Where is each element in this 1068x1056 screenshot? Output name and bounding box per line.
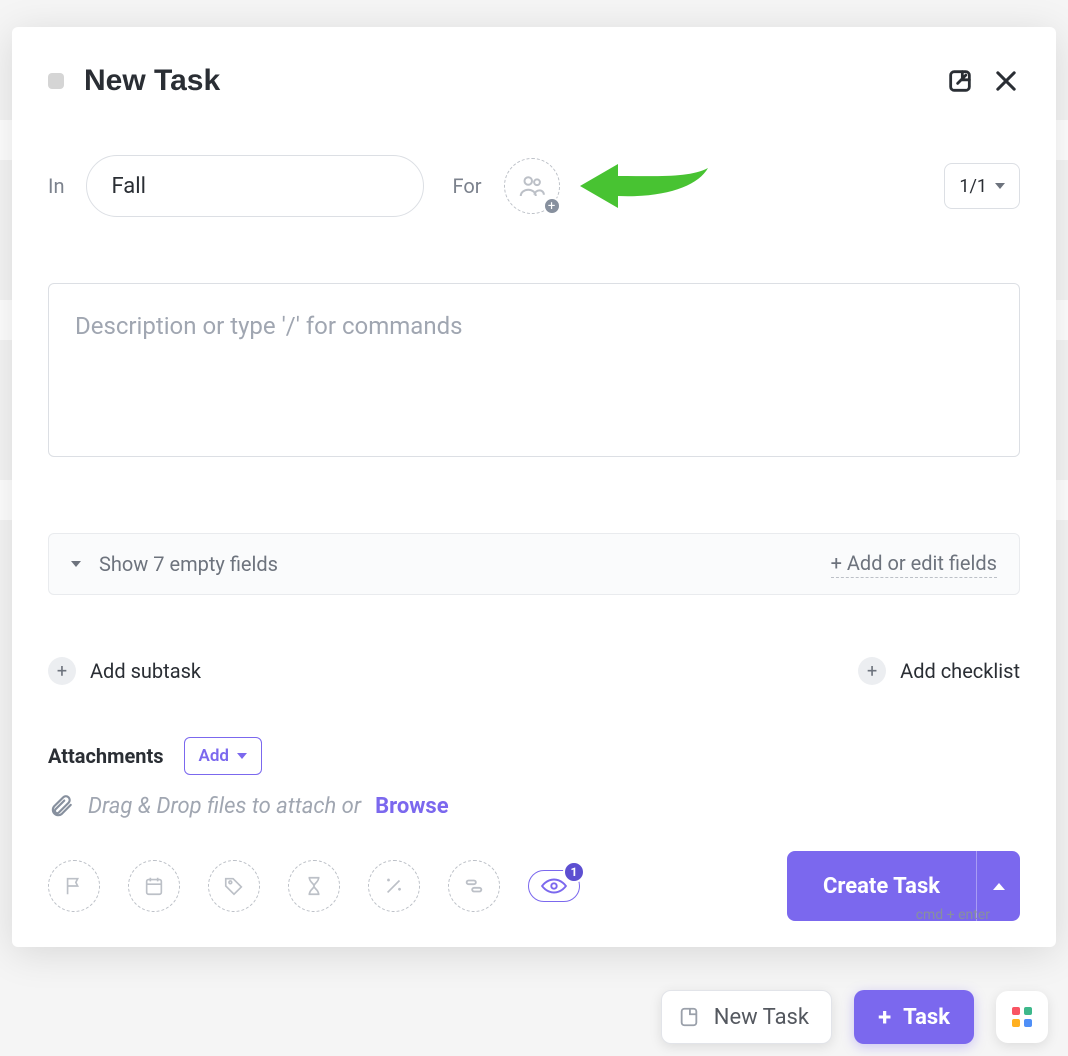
assignee-add-button[interactable]: + [504,158,560,214]
ai-sparkle-button[interactable] [368,860,420,912]
attachments-header: Attachments Add [48,737,1020,775]
in-label: In [48,174,64,198]
due-date-button[interactable] [128,860,180,912]
add-attachment-label: Add [199,746,230,766]
hourglass-icon [303,875,325,897]
title-row [48,63,1020,99]
description-placeholder: Description or type '/' for commands [75,312,463,340]
footer-widgets: New Task + Task [661,990,1048,1044]
list-selector-value: Fall [111,174,145,199]
dependency-icon [463,875,485,897]
meta-row: In Fall For + 1/1 [48,155,1020,217]
subtask-row: + Add subtask + Add checklist [48,657,1020,685]
for-label: For [452,174,481,198]
empty-fields-bar: Show 7 empty fields + Add or edit fields [48,533,1020,595]
plus-icon: + [48,657,76,685]
time-estimate-button[interactable] [288,860,340,912]
task-title-input[interactable] [82,63,946,99]
new-task-modal: In Fall For + 1/1 Description or type '/… [12,27,1056,947]
paperclip-icon [48,793,74,819]
note-icon [678,1006,700,1028]
apps-grid-icon [1012,1007,1032,1027]
task-count-dropdown[interactable]: 1/1 [944,163,1020,209]
people-icon [517,171,547,201]
tags-button[interactable] [208,860,260,912]
close-icon[interactable] [992,67,1020,95]
dependencies-button[interactable] [448,860,500,912]
add-attachment-button[interactable]: Add [184,737,263,775]
green-arrow-hint [580,158,710,214]
footer-new-task-label: New Task [714,1005,809,1030]
task-status-checkbox[interactable] [48,73,64,89]
sparkle-wand-icon [383,875,405,897]
add-subtask-label: Add subtask [90,659,201,683]
footer-task-label: Task [903,1005,950,1030]
expand-icon[interactable] [946,67,974,95]
browse-button[interactable]: Browse [375,794,449,819]
watchers-button[interactable]: 1 [528,870,580,902]
add-edit-fields-button[interactable]: + Add or edit fields [831,551,997,578]
add-checklist-button[interactable]: + Add checklist [858,657,1020,685]
chevron-up-icon [993,883,1005,890]
footer-apps-button[interactable] [996,991,1048,1043]
tag-icon [223,875,245,897]
bottom-toolbar: 1 Create Task [48,851,1020,921]
task-count-value: 1/1 [959,176,987,197]
calendar-icon [143,875,165,897]
plus-badge-icon: + [543,197,561,215]
list-selector[interactable]: Fall [86,155,424,217]
eye-icon [541,877,567,895]
flag-icon [63,875,85,897]
priority-flag-button[interactable] [48,860,100,912]
show-empty-fields-button[interactable]: Show 7 empty fields [99,552,278,576]
shortcut-hint: cmd + enter [916,907,990,923]
attachments-label: Attachments [48,744,164,768]
chevron-down-icon[interactable] [71,561,81,567]
footer-create-task-button[interactable]: + Task [854,990,974,1044]
plus-icon: + [858,657,886,685]
add-subtask-button[interactable]: + Add subtask [48,657,201,685]
description-input[interactable]: Description or type '/' for commands [48,283,1020,457]
create-task-label: Create Task [823,874,940,899]
watchers-count-badge: 1 [563,861,585,883]
chevron-down-icon [237,753,247,759]
plus-icon: + [878,1003,891,1031]
chevron-down-icon [995,183,1005,189]
footer-new-task-minimized[interactable]: New Task [661,990,832,1044]
attachments-dropzone[interactable]: Drag & Drop files to attach or Browse [48,793,1020,819]
dropzone-text: Drag & Drop files to attach or [88,794,361,819]
add-checklist-label: Add checklist [900,659,1020,683]
